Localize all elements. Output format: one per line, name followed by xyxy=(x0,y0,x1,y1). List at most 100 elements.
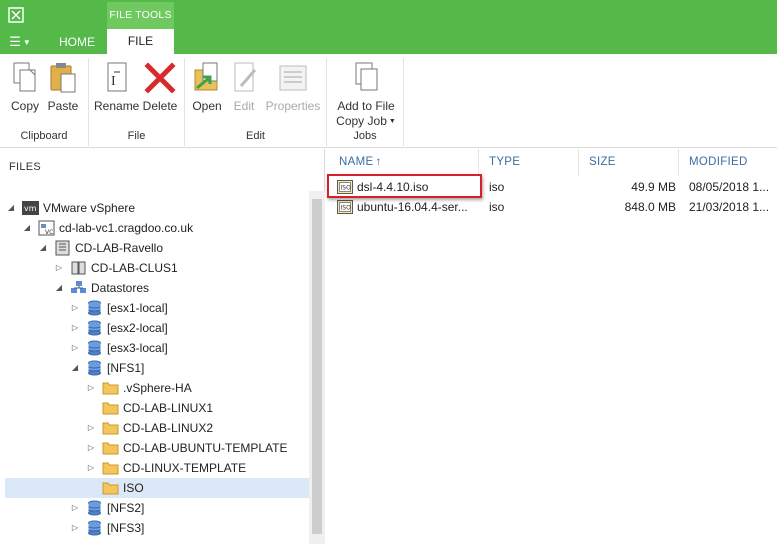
tree-item-label: CD-LAB-LINUX2 xyxy=(123,421,214,435)
collapse-arrow-icon[interactable]: ◢ xyxy=(53,278,65,298)
file-modified: 08/05/2018 1... xyxy=(689,180,770,194)
tree-item[interactable]: ▷ CD-LINUX-TEMPLATE xyxy=(0,458,309,478)
tree-item[interactable]: ▷ [NFS2] xyxy=(0,498,309,518)
ribbon: Copy Paste Clipboard I Rename Delete Fil… xyxy=(0,54,777,148)
tree-item[interactable]: ▷ [NFS3] xyxy=(0,518,309,538)
cluster-icon xyxy=(71,261,86,275)
file-list-pane: NAME ↑ TYPE SIZE MODIFIED ISO dsl-4.4.10.… xyxy=(326,149,777,544)
tree-item-label: CD-LINUX-TEMPLATE xyxy=(123,461,247,475)
expand-arrow-icon[interactable]: ▷ xyxy=(85,438,97,458)
column-header-name[interactable]: NAME ↑ xyxy=(329,149,479,176)
main-menu-button[interactable]: ☰ ▼ xyxy=(4,32,36,52)
folder-icon xyxy=(102,482,119,495)
tree-item[interactable]: ◢ vm VMware vSphere xyxy=(0,198,309,218)
tree-item[interactable]: ◢ CD-LAB-Ravello xyxy=(0,238,309,258)
open-button[interactable]: Open xyxy=(189,60,225,118)
open-icon xyxy=(194,62,218,91)
tree-item[interactable]: ▷ [esx1-local] xyxy=(0,298,309,318)
svg-text:ISO: ISO xyxy=(341,205,352,212)
datastores-icon xyxy=(71,281,86,293)
tree-item[interactable]: ▷ .vSphere-HA xyxy=(0,378,309,398)
tree-item-label: VMware vSphere xyxy=(43,201,136,215)
tree-item[interactable]: ▷ [esx2-local] xyxy=(0,318,309,338)
column-header-type[interactable]: TYPE xyxy=(479,149,579,176)
tree-item-label: [NFS3] xyxy=(107,521,145,535)
dropdown-arrow-icon: ▼ xyxy=(388,118,396,126)
vmware-icon: vm xyxy=(22,201,39,215)
tree-item-label: [esx2-local] xyxy=(107,321,168,335)
tree-item-label: CD-LAB-CLUS1 xyxy=(91,261,178,275)
tab-file[interactable]: FILE xyxy=(107,29,174,54)
chevron-down-icon: ▼ xyxy=(22,37,31,47)
collapse-arrow-icon[interactable]: ◢ xyxy=(21,218,33,238)
tree-item[interactable]: ◢ VC cd-lab-vc1.cragdoo.co.uk xyxy=(0,218,309,238)
file-tools-context-label: FILE TOOLS xyxy=(107,2,174,29)
paste-button[interactable]: Paste xyxy=(45,60,81,118)
expand-arrow-icon[interactable]: ▷ xyxy=(69,498,81,518)
tree-item[interactable]: ISO xyxy=(5,478,309,498)
datacenter-icon xyxy=(55,240,70,256)
iso-file-icon: ISO xyxy=(337,200,353,214)
tree-item[interactable]: ▷ CD-LAB-LINUX2 xyxy=(0,418,309,438)
collapse-arrow-icon[interactable]: ◢ xyxy=(5,198,17,218)
paste-icon xyxy=(50,63,76,93)
tree-vertical-scrollbar[interactable] xyxy=(309,191,325,544)
expand-arrow-icon[interactable]: ▷ xyxy=(69,338,81,358)
expand-arrow-icon[interactable]: ▷ xyxy=(69,298,81,318)
vcenter-icon: VC xyxy=(38,220,55,236)
tree-item-label: [NFS2] xyxy=(107,501,145,515)
expand-arrow-icon[interactable]: ▷ xyxy=(85,458,97,478)
file-type: iso xyxy=(489,200,505,214)
tree-item-label: Datastores xyxy=(91,281,150,295)
app-logo-icon xyxy=(8,7,24,23)
expand-arrow-icon[interactable]: ▷ xyxy=(85,378,97,398)
copy-button[interactable]: Copy xyxy=(7,60,43,118)
clipboard-group: Copy Paste Clipboard xyxy=(0,58,89,146)
tree-item[interactable]: ▷ [esx3-local] xyxy=(0,338,309,358)
file-size: 49.9 MB xyxy=(631,180,676,194)
tree-item[interactable]: ◢ Datastores xyxy=(0,278,309,298)
folder-icon xyxy=(102,422,119,435)
tree-item[interactable]: ◢ [NFS1] xyxy=(0,358,309,378)
expand-arrow-icon[interactable]: ▷ xyxy=(85,418,97,438)
add-to-file-label: Add to File xyxy=(337,99,395,113)
datastore-icon xyxy=(88,520,101,536)
file-modified: 21/03/2018 1... xyxy=(689,200,770,214)
tree-item-label: CD-LAB-LINUX1 xyxy=(123,401,214,415)
datastore-icon xyxy=(88,300,101,316)
edit-button[interactable]: Edit xyxy=(229,60,259,118)
delete-button[interactable]: Delete xyxy=(142,60,178,118)
tree-item[interactable]: CD-LAB-LINUX1 xyxy=(0,398,309,418)
tab-home[interactable]: HOME xyxy=(47,30,107,54)
tree-item[interactable]: ▷ CD-LAB-UBUNTU-TEMPLATE xyxy=(0,438,309,458)
tree-item-label: CD-LAB-Ravello xyxy=(75,241,164,255)
delete-icon xyxy=(144,62,176,94)
rename-button[interactable]: I Rename xyxy=(94,60,139,118)
expand-arrow-icon[interactable]: ▷ xyxy=(69,518,81,538)
add-to-file-copy-job-button[interactable]: Add to File Copy Job ▼ xyxy=(331,60,401,128)
expand-arrow-icon[interactable]: ▷ xyxy=(69,318,81,338)
properties-label: Properties xyxy=(265,99,321,113)
folder-icon xyxy=(102,402,119,415)
column-header-size[interactable]: SIZE xyxy=(579,149,679,176)
paste-label: Paste xyxy=(47,99,79,113)
column-header-modified[interactable]: MODIFIED xyxy=(679,149,777,176)
column-name-label: NAME xyxy=(339,156,374,168)
svg-text:VC: VC xyxy=(45,229,53,236)
properties-button[interactable]: Properties xyxy=(263,60,323,118)
expand-arrow-icon[interactable]: ▷ xyxy=(53,258,65,278)
open-label: Open xyxy=(192,99,222,113)
file-row[interactable]: ISO ubuntu-16.04.4-ser... iso 848.0 MB 2… xyxy=(326,197,777,217)
tree-item[interactable]: ▷ CD-LAB-CLUS1 xyxy=(0,258,309,278)
tree-item-label: cd-lab-vc1.cragdoo.co.uk xyxy=(59,221,194,235)
sort-ascending-icon: ↑ xyxy=(375,156,382,168)
folder-icon xyxy=(102,442,119,455)
edit-group: Open Edit Properties Edit xyxy=(185,58,327,146)
collapse-arrow-icon[interactable]: ◢ xyxy=(37,238,49,258)
highlight-annotation xyxy=(327,174,482,198)
datastore-icon xyxy=(88,340,101,356)
file-name: ubuntu-16.04.4-ser... xyxy=(357,200,468,214)
collapse-arrow-icon[interactable]: ◢ xyxy=(69,358,81,378)
files-tree-pane: FILES ◢ vm VMware vSphere ◢ VC cd-lab-vc1.cra… xyxy=(0,149,325,544)
scrollbar-thumb[interactable] xyxy=(312,199,322,534)
